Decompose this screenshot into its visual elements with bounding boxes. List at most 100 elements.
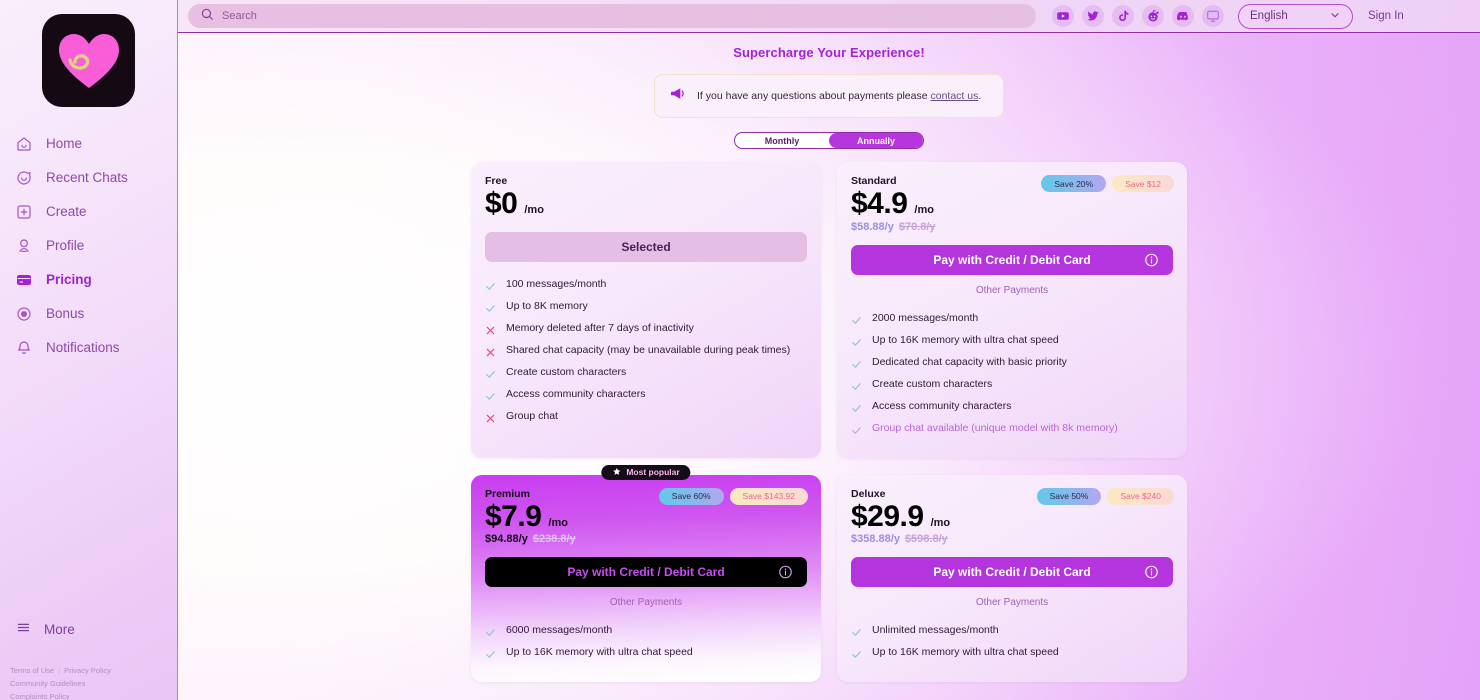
sidebar-item-create[interactable]: Create bbox=[0, 195, 177, 229]
feature-list: 2000 messages/month Up to 16K memory wit… bbox=[851, 312, 1173, 444]
feature-item: Group chat available (unique model with … bbox=[851, 422, 1173, 444]
feature-item: 6000 messages/month bbox=[485, 624, 807, 646]
check-icon bbox=[485, 625, 496, 643]
plan-price: $7.9 bbox=[485, 499, 542, 533]
cross-icon bbox=[485, 411, 496, 429]
sidebar-item-recent-chats[interactable]: Recent Chats bbox=[0, 161, 177, 195]
twitter-icon[interactable] bbox=[1082, 5, 1104, 27]
privacy-policy-link[interactable]: Privacy Policy bbox=[64, 666, 111, 675]
badge-save-percent: Save 50% bbox=[1036, 487, 1102, 505]
complaints-policy-link[interactable]: Complaints Policy bbox=[10, 692, 70, 700]
other-payments-link[interactable]: Other Payments bbox=[851, 285, 1173, 296]
feature-item: Access community characters bbox=[485, 388, 807, 410]
feature-item: Group chat bbox=[485, 410, 807, 432]
plan-price: $29.9 bbox=[851, 499, 924, 533]
feature-list: 6000 messages/month Up to 16K memory wit… bbox=[485, 624, 807, 668]
pay-button[interactable]: Pay with Credit / Debit Card bbox=[851, 557, 1173, 587]
feature-text: Up to 16K memory with ultra chat speed bbox=[872, 646, 1059, 658]
language-selector[interactable]: English bbox=[1238, 3, 1353, 29]
contact-us-link[interactable]: contact us bbox=[931, 90, 979, 102]
plan-yearly-old-price: $238.8/y bbox=[532, 533, 576, 545]
info-icon[interactable] bbox=[778, 565, 793, 580]
youtube-icon[interactable] bbox=[1052, 5, 1074, 27]
plan-price-row: $7.9 /mo bbox=[485, 499, 807, 533]
bell-icon bbox=[15, 339, 33, 357]
sidebar-item-label: Profile bbox=[46, 238, 85, 254]
badge-save-amount: Save $240 bbox=[1107, 487, 1174, 505]
feature-text: Create custom characters bbox=[506, 365, 627, 378]
billing-period-toggle[interactable]: Monthly Annually bbox=[734, 132, 924, 149]
feature-text: Group chat bbox=[506, 409, 558, 422]
terms-of-use-link[interactable]: Terms of Use bbox=[10, 666, 54, 675]
plan-price: $4.9 bbox=[851, 187, 908, 220]
credit-card-glyph bbox=[17, 275, 31, 285]
sidebar-item-bonus[interactable]: Bonus bbox=[0, 297, 177, 331]
sidebar-more-button[interactable]: More bbox=[0, 620, 75, 638]
check-icon bbox=[485, 279, 496, 297]
tab-monthly[interactable]: Monthly bbox=[735, 133, 829, 148]
sidebar-item-label: Create bbox=[46, 204, 87, 220]
feature-item: Create custom characters bbox=[851, 378, 1173, 400]
cta-label: Pay with Credit / Debit Card bbox=[933, 565, 1091, 579]
app-logo[interactable] bbox=[42, 14, 135, 107]
sign-in-button[interactable]: Sign In bbox=[1368, 10, 1404, 22]
reddit-icon[interactable] bbox=[1142, 5, 1164, 27]
plan-yearly-row: $358.88/y $598.8/y bbox=[851, 533, 1173, 545]
plans-grid: Free $0 /mo Selected 100 messages/month … bbox=[471, 162, 1187, 682]
tiktok-icon[interactable] bbox=[1112, 5, 1134, 27]
badge-save-amount: Save $143.92 bbox=[729, 487, 808, 505]
footer-separator: | bbox=[58, 666, 61, 675]
feature-item: 2000 messages/month bbox=[851, 312, 1173, 334]
notice-suffix: . bbox=[978, 90, 982, 102]
feature-text: Up to 16K memory with ultra chat speed bbox=[506, 646, 693, 658]
sidebar-item-label: Home bbox=[46, 136, 83, 152]
plan-card-free: Free $0 /mo Selected 100 messages/month … bbox=[471, 162, 821, 458]
desktop-icon[interactable] bbox=[1202, 5, 1224, 27]
info-icon[interactable] bbox=[1144, 252, 1159, 267]
chat-icon bbox=[15, 169, 33, 187]
heart-icon bbox=[58, 33, 119, 88]
tab-annually[interactable]: Annually bbox=[829, 133, 923, 148]
check-icon bbox=[851, 401, 862, 419]
plan-period: /mo bbox=[524, 204, 544, 216]
person-icon bbox=[15, 237, 33, 255]
language-value: English bbox=[1250, 10, 1288, 22]
credit-card-icon bbox=[15, 271, 33, 289]
other-payments-link[interactable]: Other Payments bbox=[485, 597, 807, 608]
megaphone-icon bbox=[669, 85, 686, 107]
feature-text: Up to 16K memory with ultra chat speed bbox=[872, 333, 1059, 346]
search-input[interactable]: Search bbox=[188, 4, 1036, 28]
plan-price-row: $29.9 /mo bbox=[851, 499, 1173, 533]
check-icon bbox=[485, 647, 496, 665]
sidebar-item-home[interactable]: Home bbox=[0, 127, 177, 161]
plan-yearly-row: $58.88/y $70.8/y bbox=[851, 221, 1173, 233]
sidebar-item-label: Recent Chats bbox=[46, 170, 128, 186]
sidebar-item-notifications[interactable]: Notifications bbox=[0, 331, 177, 365]
pay-button[interactable]: Pay with Credit / Debit Card bbox=[851, 244, 1173, 275]
check-icon bbox=[851, 379, 862, 397]
check-icon bbox=[851, 357, 862, 375]
community-guidelines-link[interactable]: Community Guidelines bbox=[10, 679, 85, 688]
feature-text: Up to 8K memory bbox=[506, 299, 588, 312]
plan-yearly-row: $94.88/y $238.8/y bbox=[485, 533, 807, 545]
sidebar-item-pricing[interactable]: Pricing bbox=[0, 263, 177, 297]
discord-icon[interactable] bbox=[1172, 5, 1194, 27]
plan-yearly-old-price: $598.8/y bbox=[904, 533, 948, 545]
chevron-down-icon bbox=[1329, 9, 1341, 24]
plan-price-row: $0 /mo bbox=[485, 188, 807, 220]
other-payments-link[interactable]: Other Payments bbox=[851, 597, 1173, 608]
main-area: Search English Sign In Supercharge Your … bbox=[178, 0, 1480, 700]
check-icon bbox=[485, 367, 496, 385]
search-placeholder: Search bbox=[222, 10, 257, 22]
plan-card-premium: Most popular Save 60% Save $143.92 Premi… bbox=[471, 464, 821, 682]
home-icon bbox=[15, 135, 33, 153]
check-icon bbox=[851, 647, 862, 665]
plan-price-row: $4.9 /mo bbox=[851, 188, 1173, 220]
info-icon[interactable] bbox=[1144, 565, 1159, 580]
pay-button[interactable]: Pay with Credit / Debit Card bbox=[485, 557, 807, 587]
feature-list: 100 messages/month Up to 8K memory Memor… bbox=[485, 278, 807, 432]
plan-period: /mo bbox=[914, 204, 934, 216]
cta-label: Selected bbox=[621, 239, 671, 254]
savings-badges: Save 60% Save $143.92 bbox=[658, 487, 808, 505]
sidebar-item-profile[interactable]: Profile bbox=[0, 229, 177, 263]
